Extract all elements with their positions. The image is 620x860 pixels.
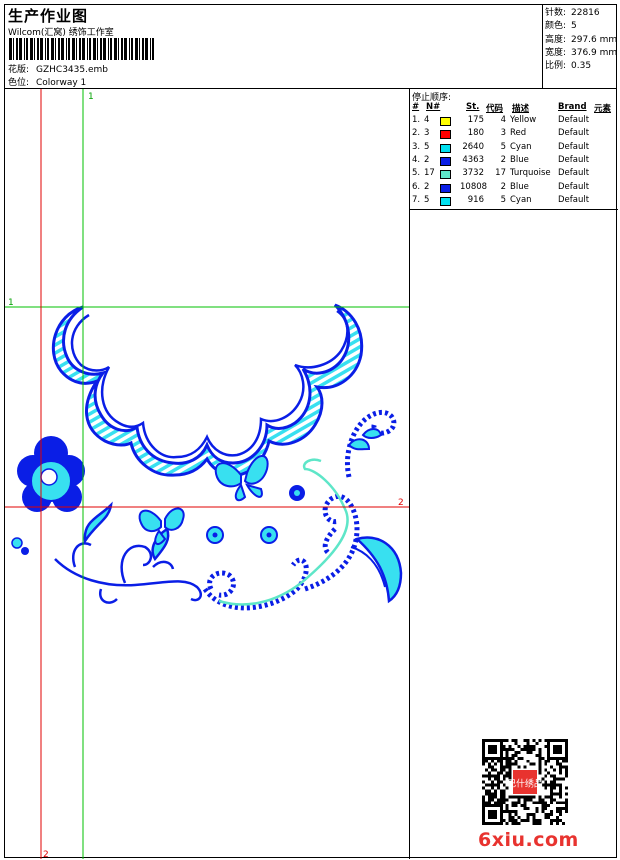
row-needle: 4 <box>424 115 430 125</box>
row-description: Turquoise <box>510 168 551 179</box>
scalloped-collar <box>51 303 364 477</box>
row-needle: 2 <box>424 181 430 192</box>
row-num: 7. <box>412 194 421 205</box>
table-row: 3. 5 2640 5 Cyan Default <box>410 142 618 155</box>
qr-seal-text: 巴什绣品 <box>507 777 543 789</box>
table-row: 2. 3 180 3 Red Default <box>410 128 618 141</box>
row-code: 5 <box>500 194 506 205</box>
row-stitches: 4363 <box>462 154 484 165</box>
production-sheet: 生产作业图 Wilcom(汇窝) 绣饰工作室 花版: GZHC3435.emb 色… <box>4 4 618 859</box>
row-needle: 5 <box>424 141 430 152</box>
guide-label-v2: 2 <box>43 850 49 859</box>
row-brand: Default <box>558 141 590 152</box>
qr-code: 巴什绣品 <box>482 739 568 825</box>
row-brand: Default <box>558 154 590 165</box>
design-stats: 针数: 22816 颜色: 5 高度: 297.6 mm 宽度: 376.9 mm 比例… <box>542 5 617 88</box>
row-code: 17 <box>495 168 506 179</box>
row-description: Blue <box>510 181 529 192</box>
guide-label-v1: 1 <box>88 92 94 102</box>
row-brand: Default <box>558 194 590 205</box>
page-title: 生产作业图 <box>8 7 89 25</box>
row-num: 5. <box>412 168 421 179</box>
colorway: 色位: Colorway 1 <box>8 75 86 88</box>
barcode <box>9 38 154 60</box>
row-stitches: 180 <box>467 128 484 139</box>
row-description: Cyan <box>510 194 532 205</box>
row-needle: 2 <box>424 154 430 165</box>
color-swatch <box>440 117 451 126</box>
row-stitches: 3732 <box>462 168 484 179</box>
design-scale: 比例: 0.35 <box>545 61 592 72</box>
row-description: Red <box>510 128 527 139</box>
design-canvas: 1 1 2 2 <box>5 89 409 859</box>
color-swatch <box>440 170 451 180</box>
row-num: 1. <box>412 115 421 125</box>
color-swatch <box>440 143 451 153</box>
table-row: 7. 5 916 5 Cyan Default <box>410 195 618 208</box>
row-code: 3 <box>500 128 506 139</box>
colorway-label: 色位: <box>8 78 30 88</box>
header-info: 生产作业图 Wilcom(汇窝) 绣饰工作室 花版: GZHC3435.emb 色… <box>5 5 542 88</box>
row-num: 6. <box>412 181 421 192</box>
colorway-value: Colorway 1 <box>36 78 87 88</box>
guide-label-h2: 2 <box>398 498 404 508</box>
row-stitches: 916 <box>467 194 484 205</box>
row-stitches: 10808 <box>460 181 488 192</box>
color-swatch <box>440 196 451 206</box>
watermark-logo: 6xiu.com <box>478 829 579 851</box>
table-header: # N# St. 代码 描述 Brand 元素 <box>412 102 612 114</box>
row-code: 2 <box>500 181 506 192</box>
row-description: Cyan <box>510 141 532 152</box>
row-description: Yellow <box>510 115 537 125</box>
color-swatch <box>440 156 451 166</box>
table-row: 4. 2 4363 2 Blue Default <box>410 155 618 168</box>
stop-sequence-table: # N# St. 代码 描述 Brand 元素 1. 4 175 4 Yellow Def… <box>410 102 618 210</box>
table-row: 5. 17 3732 17 Turquoise Default <box>410 168 618 181</box>
pattern-file: 花版: GZHC3435.emb <box>8 62 108 75</box>
design-height: 高度: 297.6 mm <box>545 34 618 45</box>
embroidery-design: 1 1 2 2 <box>5 89 409 859</box>
row-code: 5 <box>500 141 506 152</box>
row-needle: 5 <box>424 194 430 205</box>
row-needle: 17 <box>424 168 435 179</box>
row-needle: 3 <box>424 128 430 139</box>
row-stitches: 2640 <box>462 141 484 152</box>
row-num: 2. <box>412 128 421 139</box>
design-width: 宽度: 376.9 mm <box>545 47 618 58</box>
table-row: 6. 2 10808 2 Blue Default <box>410 182 618 195</box>
row-stitches: 175 <box>467 115 484 125</box>
row-code: 4 <box>500 115 506 125</box>
row-num: 4. <box>412 154 421 165</box>
row-description: Blue <box>510 154 529 165</box>
row-code: 2 <box>500 154 506 165</box>
pattern-label: 花版: <box>8 65 30 75</box>
flower-left <box>11 436 85 555</box>
company-name: Wilcom(汇窝) 绣饰工作室 <box>8 28 114 38</box>
row-brand: Default <box>558 128 590 139</box>
row-brand: Default <box>558 168 590 179</box>
guide-label-h1: 1 <box>8 298 14 308</box>
table-row: 1. 4 175 4 Yellow Default <box>410 115 618 128</box>
stop-sequence-panel: 停止顺序: # N# St. 代码 描述 Brand 元素 1. 4 175 4 Yel… <box>409 89 618 859</box>
color-swatch <box>440 183 451 193</box>
row-brand: Default <box>558 115 590 125</box>
stop-sequence-title: 停止顺序: <box>412 93 452 103</box>
row-num: 3. <box>412 141 421 152</box>
color-swatch <box>440 130 451 140</box>
row-brand: Default <box>558 181 590 192</box>
pattern-value: GZHC3435.emb <box>36 65 108 75</box>
butterfly-lower <box>138 507 185 546</box>
stitch-count: 针数: 22816 <box>545 8 600 18</box>
color-count: 颜色: 5 <box>545 21 577 32</box>
